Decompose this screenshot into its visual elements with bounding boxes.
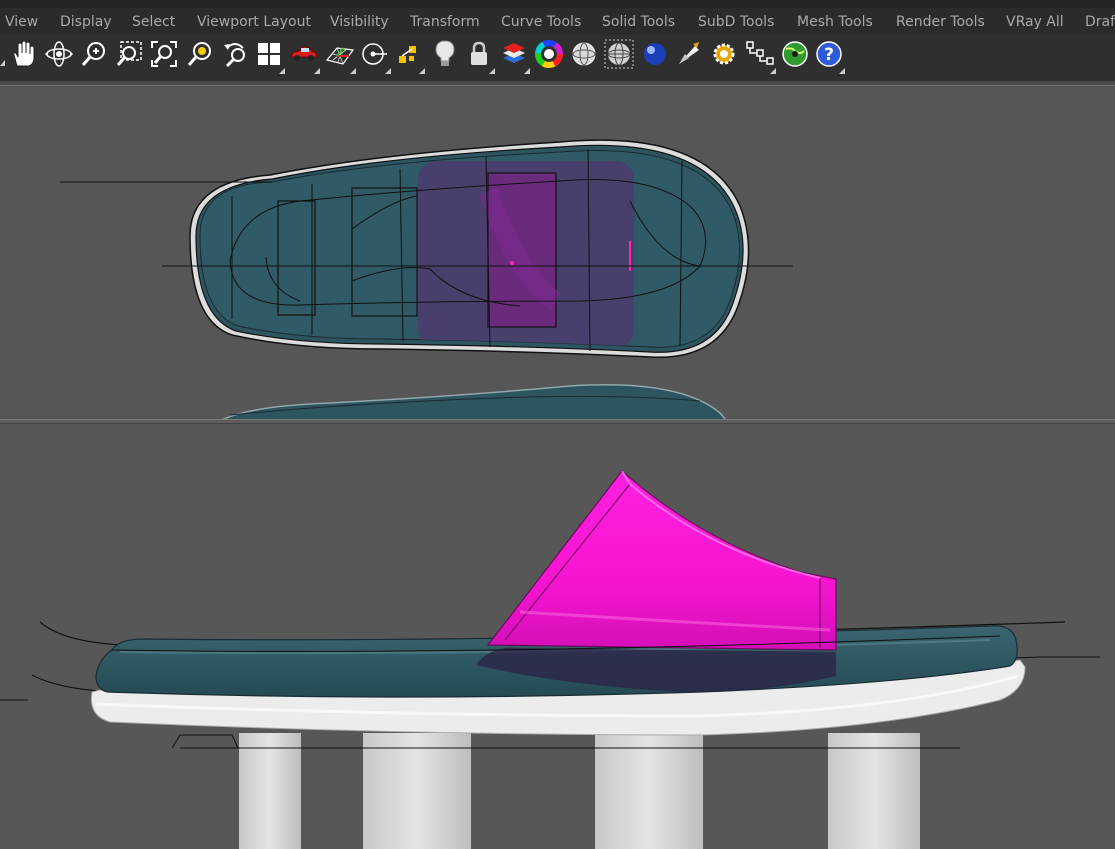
top-view-canvas <box>60 139 793 420</box>
menu-bar: View Display Select Viewport Layout Visi… <box>0 8 1115 35</box>
support-pillar <box>363 733 471 849</box>
globe-plugin-icon[interactable] <box>780 38 810 70</box>
front-viewport[interactable] <box>0 424 1115 849</box>
light-bulb-icon[interactable] <box>430 38 460 70</box>
zoom-window-icon[interactable] <box>114 38 144 70</box>
top-viewport[interactable] <box>0 85 1115 420</box>
color-wheel-icon[interactable] <box>534 38 564 70</box>
front-view-canvas <box>0 470 1100 849</box>
menu-viewport-layout[interactable]: Viewport Layout <box>197 14 311 30</box>
toolbar-flyout-indicator <box>0 60 5 66</box>
lock-icon[interactable] <box>464 38 495 74</box>
support-pillar <box>239 733 301 849</box>
menu-render-tools[interactable]: Render Tools <box>896 14 985 30</box>
zoom-icon[interactable] <box>79 38 109 70</box>
menu-visibility[interactable]: Visibility <box>330 14 389 30</box>
layers-icon[interactable] <box>499 38 530 74</box>
menu-view[interactable]: View <box>5 14 38 30</box>
sole-preview-bottom <box>221 384 727 420</box>
mesh-sphere-icon[interactable] <box>604 38 634 70</box>
four-viewports-icon[interactable] <box>254 38 285 74</box>
options-gear-icon[interactable] <box>709 38 739 70</box>
zoom-extents-icon[interactable] <box>149 38 179 70</box>
menu-transform[interactable]: Transform <box>410 14 480 30</box>
menu-mesh-tools[interactable]: Mesh Tools <box>797 14 873 30</box>
svg-text:?: ? <box>824 45 834 65</box>
gumball-icon[interactable] <box>394 38 425 74</box>
shaded-car-icon[interactable] <box>289 38 320 74</box>
wireframe-sphere-icon[interactable] <box>569 38 599 70</box>
menu-drafting[interactable]: Drafti <box>1085 14 1115 30</box>
support-pillar <box>828 733 920 849</box>
help-icon[interactable]: ? <box>814 38 845 74</box>
menu-select[interactable]: Select <box>132 14 175 30</box>
title-strip <box>0 0 1115 8</box>
render-sphere-icon[interactable] <box>640 38 670 70</box>
menu-display[interactable]: Display <box>60 14 112 30</box>
grid-plane-icon[interactable] <box>325 38 356 74</box>
history-tree-icon[interactable] <box>745 38 776 74</box>
menu-subd-tools[interactable]: SubD Tools <box>698 14 774 30</box>
undo-view-icon[interactable] <box>220 38 250 70</box>
pan-hand-icon[interactable] <box>8 38 38 70</box>
menu-vray-all[interactable]: VRay All <box>1006 14 1064 30</box>
support-pillar <box>595 733 703 849</box>
menu-curve-tools[interactable]: Curve Tools <box>501 14 581 30</box>
toolbar: ? <box>0 35 1115 81</box>
strap-side <box>486 470 837 651</box>
osnap-icon[interactable] <box>360 38 391 74</box>
zoom-selected-icon[interactable] <box>185 38 215 70</box>
rotate-view-icon[interactable] <box>44 38 74 70</box>
menu-solid-tools[interactable]: Solid Tools <box>602 14 675 30</box>
render-icon[interactable] <box>674 38 704 70</box>
